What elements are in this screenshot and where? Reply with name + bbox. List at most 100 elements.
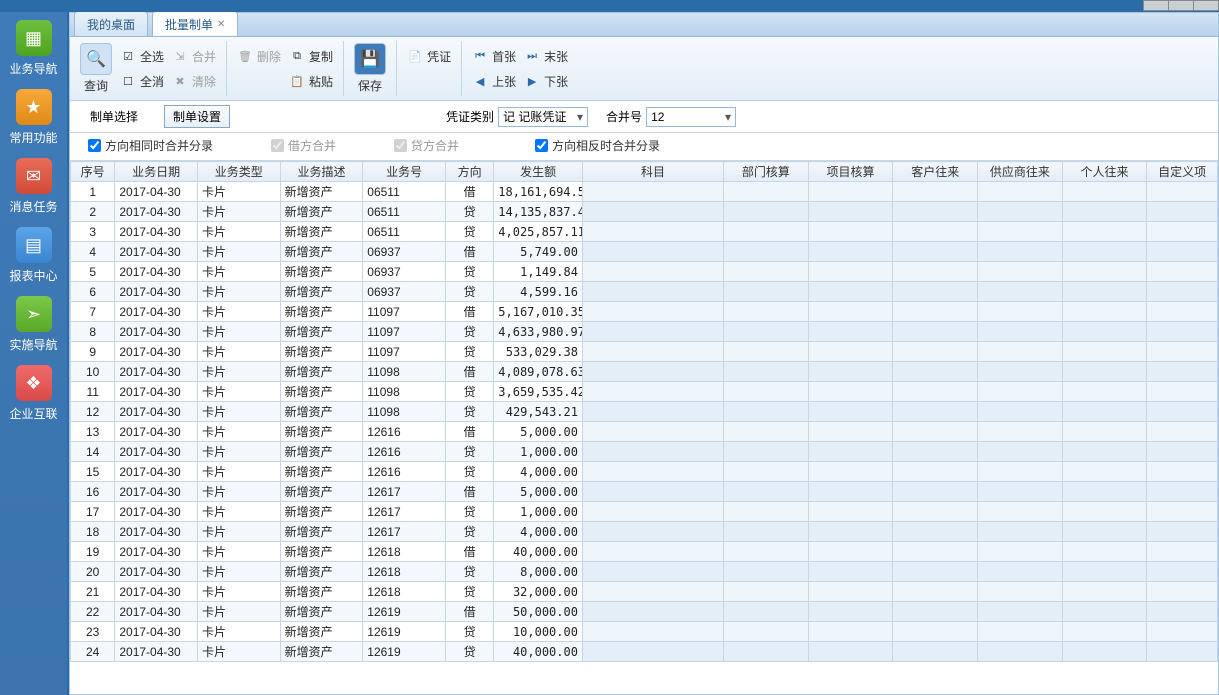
cell-kemu[interactable]	[582, 302, 723, 322]
cell-cust[interactable]	[893, 482, 978, 502]
cell-amt[interactable]: 1,149.84	[494, 262, 583, 282]
cell-kemu[interactable]	[582, 582, 723, 602]
cell-bno[interactable]: 12619	[363, 642, 446, 662]
cell-dept[interactable]	[724, 222, 809, 242]
cell-amt[interactable]: 5,749.00	[494, 242, 583, 262]
cell-amt[interactable]: 429,543.21	[494, 402, 583, 422]
cell-seq[interactable]: 5	[71, 262, 115, 282]
cell-btype[interactable]: 卡片	[197, 222, 280, 242]
clear-all-button[interactable]: ☐全消	[116, 71, 168, 92]
cell-pers[interactable]	[1062, 182, 1147, 202]
cell-kemu[interactable]	[582, 442, 723, 462]
cell-cust[interactable]	[893, 502, 978, 522]
cell-bdesc[interactable]: 新增资产	[280, 362, 363, 382]
cell-supp[interactable]	[978, 562, 1063, 582]
cell-seq[interactable]: 7	[71, 302, 115, 322]
side-nav-item[interactable]: ★常用功能	[0, 89, 67, 146]
table-row[interactable]: 102017-04-30卡片新增资产11098借4,089,078.63	[71, 362, 1218, 382]
cell-proj[interactable]	[808, 602, 893, 622]
column-header-date[interactable]: 业务日期	[115, 162, 198, 182]
cell-date[interactable]: 2017-04-30	[115, 262, 198, 282]
cell-bdesc[interactable]: 新增资产	[280, 442, 363, 462]
delete-button[interactable]: 🗑删除	[233, 46, 285, 67]
cell-btype[interactable]: 卡片	[197, 462, 280, 482]
cell-cus1[interactable]	[1147, 342, 1218, 362]
cell-proj[interactable]	[808, 382, 893, 402]
cell-dir[interactable]: 借	[445, 302, 493, 322]
cell-seq[interactable]: 12	[71, 402, 115, 422]
cell-kemu[interactable]	[582, 362, 723, 382]
cell-dir[interactable]: 借	[445, 602, 493, 622]
window-maximize-button[interactable]	[1168, 0, 1194, 11]
cell-dir[interactable]: 贷	[445, 522, 493, 542]
paste-button[interactable]: 📋粘贴	[285, 71, 337, 92]
cell-cus1[interactable]	[1147, 422, 1218, 442]
cell-dept[interactable]	[724, 522, 809, 542]
cell-date[interactable]: 2017-04-30	[115, 282, 198, 302]
cell-btype[interactable]: 卡片	[197, 442, 280, 462]
cell-dept[interactable]	[724, 622, 809, 642]
cell-dept[interactable]	[724, 502, 809, 522]
cell-bno[interactable]: 06511	[363, 202, 446, 222]
cell-supp[interactable]	[978, 262, 1063, 282]
cell-bdesc[interactable]: 新增资产	[280, 262, 363, 282]
tab-entry-setting[interactable]: 制单设置	[164, 105, 230, 128]
cell-date[interactable]: 2017-04-30	[115, 242, 198, 262]
cell-proj[interactable]	[808, 282, 893, 302]
cell-kemu[interactable]	[582, 622, 723, 642]
cell-cust[interactable]	[893, 282, 978, 302]
cell-pers[interactable]	[1062, 462, 1147, 482]
search-button[interactable]: 🔍 查询	[76, 41, 116, 96]
cell-kemu[interactable]	[582, 402, 723, 422]
cell-kemu[interactable]	[582, 222, 723, 242]
cell-cus1[interactable]	[1147, 302, 1218, 322]
cell-bdesc[interactable]: 新增资产	[280, 302, 363, 322]
cell-kemu[interactable]	[582, 602, 723, 622]
cell-cus1[interactable]	[1147, 442, 1218, 462]
cell-btype[interactable]: 卡片	[197, 302, 280, 322]
cell-amt[interactable]: 1,000.00	[494, 442, 583, 462]
cell-seq[interactable]: 3	[71, 222, 115, 242]
cell-cus1[interactable]	[1147, 322, 1218, 342]
cell-pers[interactable]	[1062, 282, 1147, 302]
cell-date[interactable]: 2017-04-30	[115, 442, 198, 462]
cell-cus1[interactable]	[1147, 522, 1218, 542]
cell-btype[interactable]: 卡片	[197, 602, 280, 622]
cell-dept[interactable]	[724, 382, 809, 402]
cell-kemu[interactable]	[582, 182, 723, 202]
workspace-tab[interactable]: 批量制单✕	[152, 11, 238, 36]
cell-cus1[interactable]	[1147, 382, 1218, 402]
cell-bdesc[interactable]: 新增资产	[280, 202, 363, 222]
cell-seq[interactable]: 17	[71, 502, 115, 522]
cell-seq[interactable]: 21	[71, 582, 115, 602]
data-grid-wrap[interactable]: 序号业务日期业务类型业务描述业务号方向发生额科目部门核算项目核算客户往来供应商往…	[70, 161, 1218, 694]
cell-cus1[interactable]	[1147, 222, 1218, 242]
cell-proj[interactable]	[808, 562, 893, 582]
cell-supp[interactable]	[978, 182, 1063, 202]
cell-cust[interactable]	[893, 522, 978, 542]
cell-bno[interactable]: 11097	[363, 342, 446, 362]
cell-pers[interactable]	[1062, 442, 1147, 462]
cell-bno[interactable]: 12619	[363, 622, 446, 642]
cell-btype[interactable]: 卡片	[197, 622, 280, 642]
cell-date[interactable]: 2017-04-30	[115, 222, 198, 242]
cell-cust[interactable]	[893, 542, 978, 562]
cell-btype[interactable]: 卡片	[197, 582, 280, 602]
window-minimize-button[interactable]	[1143, 0, 1169, 11]
cell-btype[interactable]: 卡片	[197, 182, 280, 202]
cell-dept[interactable]	[724, 542, 809, 562]
cell-bno[interactable]: 11098	[363, 362, 446, 382]
cell-cus1[interactable]	[1147, 362, 1218, 382]
cell-pers[interactable]	[1062, 622, 1147, 642]
cell-cust[interactable]	[893, 562, 978, 582]
cell-dept[interactable]	[724, 242, 809, 262]
cell-cus1[interactable]	[1147, 562, 1218, 582]
cell-proj[interactable]	[808, 622, 893, 642]
copy-button[interactable]: ⧉复制	[285, 46, 337, 67]
cell-pers[interactable]	[1062, 362, 1147, 382]
cell-bdesc[interactable]: 新增资产	[280, 342, 363, 362]
cell-cust[interactable]	[893, 302, 978, 322]
cell-bno[interactable]: 11097	[363, 322, 446, 342]
cell-pers[interactable]	[1062, 222, 1147, 242]
cell-cust[interactable]	[893, 182, 978, 202]
